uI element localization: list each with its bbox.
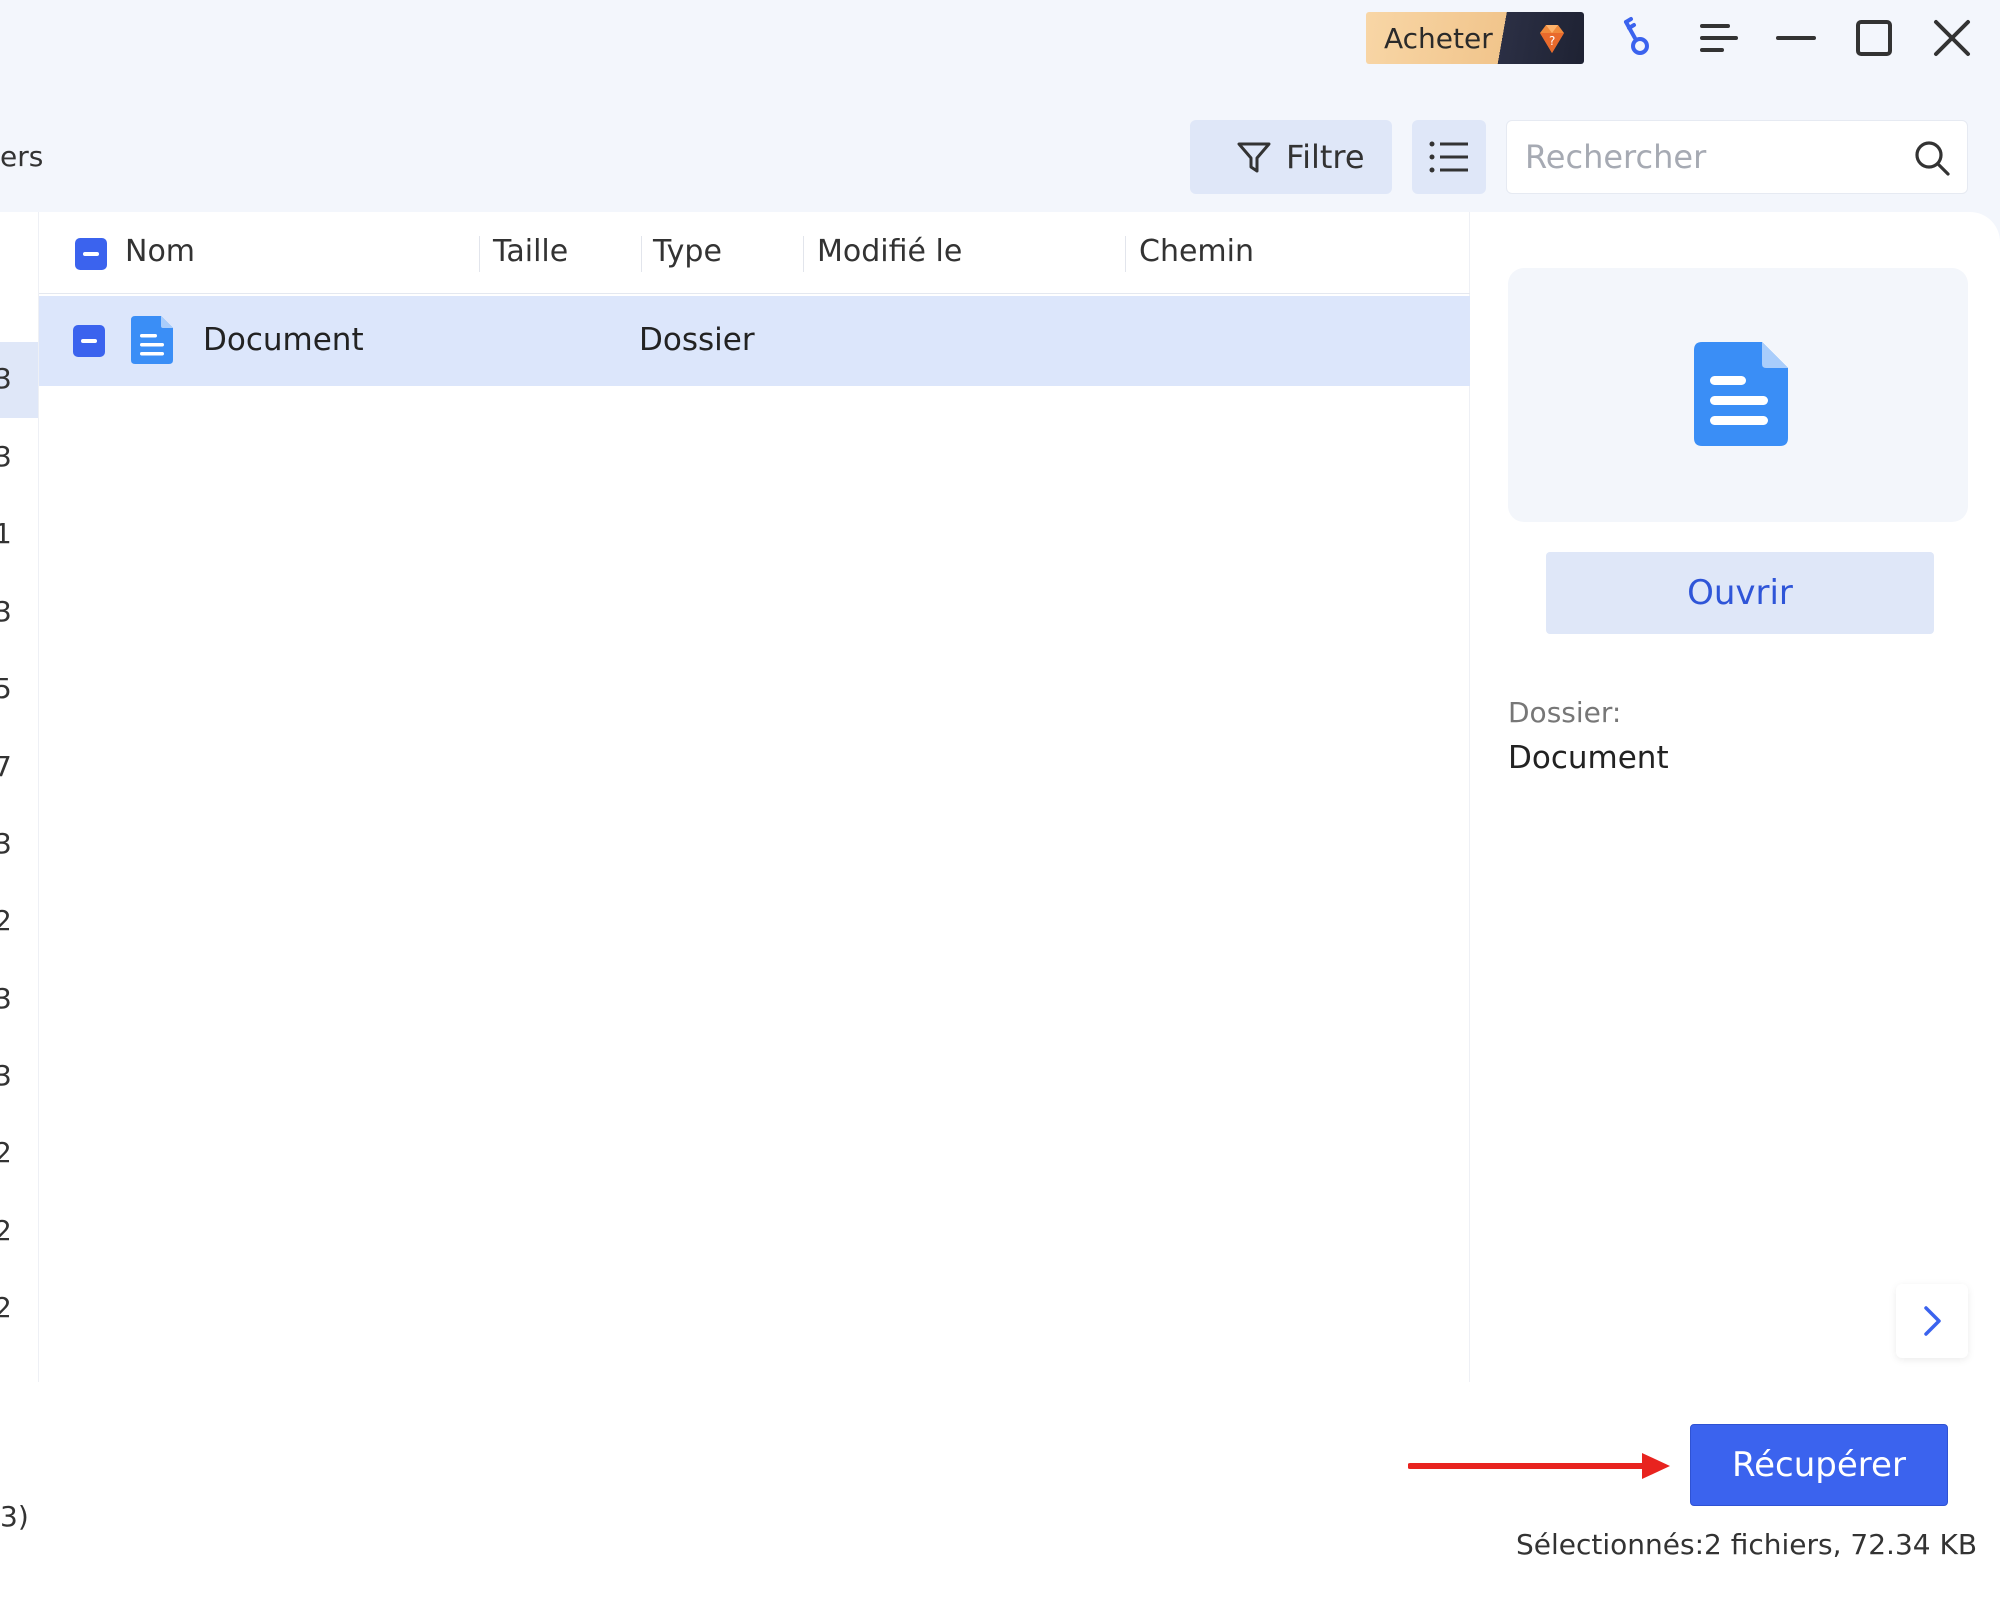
sidebar-count: 3 (0, 362, 12, 395)
list-view-icon (1429, 141, 1468, 173)
sidebar-count: 2 (0, 1136, 12, 1169)
breadcrumb-partial: ers (0, 140, 44, 173)
column-separator[interactable] (1125, 236, 1126, 272)
item-name-value: Document (1508, 740, 1669, 776)
sidebar-count: 3 (0, 595, 12, 628)
sidebar-count: 3 (0, 1059, 12, 1092)
search-input[interactable] (1525, 137, 1905, 177)
list-view-button[interactable] (1412, 120, 1486, 194)
filter-icon (1237, 142, 1271, 173)
arrow-right-icon (1408, 1453, 1670, 1479)
column-header-size[interactable]: Taille (493, 234, 568, 269)
filter-button[interactable]: Filtre (1190, 120, 1392, 194)
column-header-modified[interactable]: Modifié le (817, 234, 962, 269)
sidebar-count: 5 (0, 672, 12, 705)
recover-button[interactable]: Récupérer (1690, 1424, 1948, 1506)
sidebar-count: 1 (0, 517, 12, 550)
search-box (1506, 120, 1968, 194)
open-button[interactable]: Ouvrir (1546, 552, 1934, 634)
menu-icon[interactable] (1694, 14, 1742, 62)
item-type-label: Dossier: (1508, 696, 1622, 729)
table-row[interactable]: Document Dossier (39, 296, 1471, 386)
title-bar: Acheter ? (0, 0, 2000, 80)
preview-area (1508, 268, 1968, 522)
file-list-panel: Nom Taille Type Modifié le Chemin Docume… (38, 212, 1471, 1382)
sidebar-count: 2 (0, 904, 12, 937)
file-name: Document (203, 322, 364, 358)
column-header-path[interactable]: Chemin (1139, 234, 1254, 269)
expand-panel-button[interactable] (1896, 1284, 1968, 1358)
column-header-type[interactable]: Type (653, 234, 722, 269)
table-header: Nom Taille Type Modifié le Chemin (39, 212, 1471, 294)
column-separator[interactable] (641, 236, 642, 272)
diamond-icon: ? (1540, 25, 1564, 53)
close-icon[interactable] (1928, 14, 1976, 62)
document-icon (1694, 342, 1788, 446)
maximize-icon[interactable] (1850, 14, 1898, 62)
details-panel: Ouvrir Dossier: Document (1470, 212, 2000, 1382)
chevron-right-icon (1924, 1306, 1941, 1336)
buy-button[interactable]: Acheter ? (1366, 12, 1584, 64)
sidebar-count: 7 (0, 750, 12, 783)
file-type: Dossier (639, 322, 755, 358)
document-icon (131, 316, 173, 364)
sidebar-count: 2 (0, 1214, 12, 1247)
sidebar-count: 3 (0, 982, 12, 1015)
row-checkbox[interactable] (73, 325, 105, 357)
select-all-checkbox[interactable] (75, 238, 107, 270)
column-separator[interactable] (479, 236, 480, 272)
footer-bar: 3) Récupérer Sélectionnés:2 fichiers, 72… (0, 1382, 2000, 1600)
search-icon[interactable] (1913, 139, 1951, 177)
filter-label: Filtre (1286, 138, 1365, 176)
column-separator[interactable] (803, 236, 804, 272)
key-icon[interactable] (1612, 14, 1660, 62)
minimize-icon[interactable] (1772, 14, 1820, 62)
sidebar-count: 3 (0, 827, 12, 860)
sidebar-count: 2 (0, 1291, 12, 1324)
sidebar: 3 3 1 3 5 7 3 2 3 3 2 2 2 (0, 212, 38, 1382)
selection-status: Sélectionnés:2 fichiers, 72.34 KB (1516, 1528, 1978, 1561)
footer-partial-text: 3) (0, 1500, 29, 1533)
buy-label: Acheter (1384, 22, 1493, 55)
sidebar-count: 3 (0, 440, 12, 473)
column-header-name[interactable]: Nom (125, 234, 195, 269)
svg-text:?: ? (1549, 34, 1555, 48)
